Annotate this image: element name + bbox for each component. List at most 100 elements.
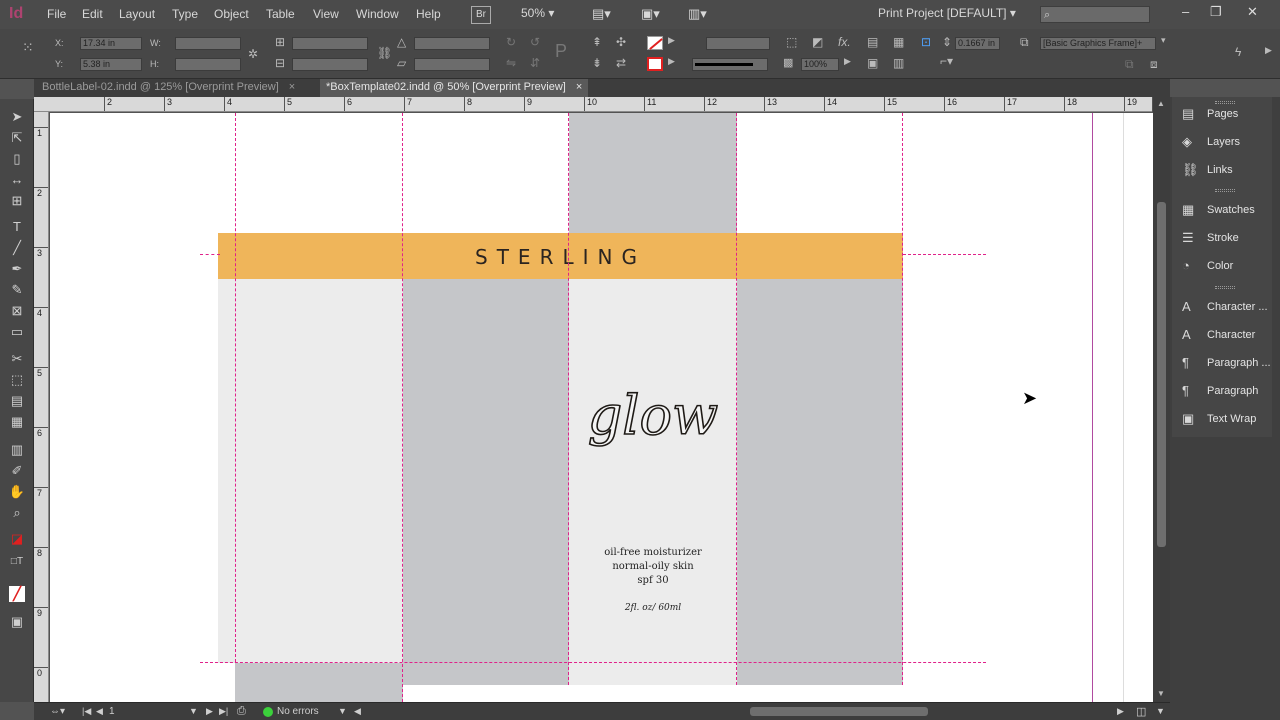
panel-text-wrap[interactable]: ▣ Text Wrap	[1172, 406, 1272, 432]
stepper-icon[interactable]: ⇕	[942, 35, 952, 49]
clear-overrides-icon[interactable]: ⧉	[1125, 57, 1134, 72]
guide-line[interactable]	[568, 113, 569, 685]
panel-color[interactable]: ◔ Color	[1172, 253, 1272, 279]
menu-table[interactable]: Table	[266, 7, 295, 21]
split-view-icon[interactable]: ◫	[1136, 705, 1146, 718]
guide-line[interactable]	[235, 113, 236, 662]
panel-paragraph[interactable]: ¶ Paragraph	[1172, 378, 1272, 404]
style-options-icon[interactable]: ⧈	[1150, 57, 1158, 72]
content-collector-icon[interactable]: ⊞	[8, 193, 26, 209]
chevron-down-icon[interactable]: ▾	[1161, 35, 1166, 46]
screen-mode-icon[interactable]: ▣	[8, 614, 26, 630]
flip-v-icon[interactable]: ⇵	[530, 56, 540, 70]
scroll-thumb[interactable]	[1157, 202, 1166, 547]
panel-pages[interactable]: ▤ Pages	[1172, 101, 1272, 127]
panel-grip[interactable]	[1215, 189, 1235, 192]
opacity-field[interactable]: 100%	[801, 58, 839, 71]
fill-stroke-icon[interactable]: ◪	[8, 531, 26, 547]
menu-object[interactable]: Object	[214, 7, 249, 21]
free-transform-tool-icon[interactable]: ⬚	[8, 372, 26, 388]
select-previous-icon[interactable]: ⇟	[592, 56, 602, 70]
guide-line[interactable]	[402, 113, 403, 702]
note-tool-icon[interactable]: ▥	[8, 442, 26, 458]
guide-line[interactable]	[736, 113, 737, 685]
minimize-icon[interactable]: –	[1182, 4, 1189, 19]
rotate-cw-icon[interactable]: ↻	[506, 35, 516, 49]
chevron-down-icon[interactable]: ▼	[338, 706, 347, 716]
scroll-left-icon[interactable]: ◀	[354, 706, 361, 717]
panel-stroke[interactable]: ☰ Stroke	[1172, 225, 1272, 251]
horizontal-scroll-thumb[interactable]	[750, 707, 928, 716]
menu-type[interactable]: Type	[172, 7, 198, 21]
maximize-icon[interactable]: ❐	[1210, 4, 1222, 20]
align-center-icon[interactable]: ▦	[893, 35, 904, 49]
tab-bottle-label[interactable]: BottleLabel-02.indd @ 125% [Overprint Pr…	[36, 79, 301, 97]
first-page-icon[interactable]: |◀	[82, 706, 91, 717]
prev-page-icon[interactable]: ◀	[96, 706, 103, 717]
close-icon[interactable]: ✕	[1247, 4, 1258, 20]
guide-line[interactable]	[902, 113, 903, 685]
h-field[interactable]	[175, 58, 241, 71]
last-page-icon[interactable]: ▶|	[219, 706, 228, 717]
chevron-right-icon[interactable]: ▶	[668, 56, 675, 67]
rectangle-tool-icon[interactable]: ▭	[8, 324, 26, 340]
close-icon[interactable]: ×	[289, 81, 295, 93]
frame-fitting-icon[interactable]: ⬚	[786, 35, 797, 49]
scroll-right-icon[interactable]: ▶	[1117, 706, 1124, 717]
hand-tool-icon[interactable]: ✋	[8, 484, 26, 500]
scissors-tool-icon[interactable]: ✂	[8, 351, 26, 367]
stroke-type-select[interactable]	[692, 58, 768, 71]
w-field[interactable]	[175, 37, 241, 50]
eyedropper-tool-icon[interactable]: ✐	[8, 463, 26, 479]
gradient-swatch-tool-icon[interactable]: ▤	[8, 393, 26, 409]
chevron-right-icon[interactable]: ▶	[668, 35, 675, 46]
chevron-right-icon[interactable]: ▶	[844, 56, 851, 67]
shear-field[interactable]	[414, 58, 490, 71]
fit-frame-icon[interactable]: ⊡	[921, 35, 931, 49]
pencil-tool-icon[interactable]: ✎	[8, 282, 26, 298]
tab-box-template[interactable]: *BoxTemplate02.indd @ 50% [Overprint Pre…	[320, 79, 589, 97]
rectangle-frame-tool-icon[interactable]: ⊠	[8, 303, 26, 319]
line-tool-icon[interactable]: ╱	[8, 240, 26, 256]
x-field[interactable]: 17.34 in	[80, 37, 142, 50]
effects-icon[interactable]: fx.	[838, 35, 851, 49]
document-canvas[interactable]: STERLING glow oil-free moisturizer norma…	[50, 113, 1153, 702]
select-next-icon[interactable]: ⇄	[616, 56, 626, 70]
arrange-documents-icon[interactable]: ▥▾	[688, 6, 707, 24]
next-page-icon[interactable]: ▶	[206, 706, 213, 717]
menu-view[interactable]: View	[313, 7, 339, 21]
page-number[interactable]: 1	[109, 706, 115, 717]
open-page-icon[interactable]: ⎙	[237, 705, 246, 718]
gradient-feather-tool-icon[interactable]: ▦	[8, 414, 26, 430]
vertical-scrollbar[interactable]: ▲ ▼	[1153, 97, 1170, 702]
rotate-ccw-icon[interactable]: ↺	[530, 35, 540, 49]
scale-y-field[interactable]	[292, 58, 368, 71]
drop-shadow-icon[interactable]: ◩	[812, 35, 823, 49]
view-options-icon[interactable]: ▤▾	[592, 6, 611, 24]
close-icon[interactable]: ×	[576, 81, 582, 93]
chevron-down-icon[interactable]: ▼	[189, 706, 198, 716]
apply-none-icon[interactable]: ╱	[9, 586, 25, 602]
scroll-down-icon[interactable]: ▼	[1156, 706, 1165, 716]
search-input[interactable]: ⌕	[1040, 6, 1150, 23]
brand-band[interactable]: STERLING	[218, 233, 903, 279]
panel-layers[interactable]: ◈ Layers	[1172, 129, 1272, 155]
horizontal-ruler[interactable]: 2 3 4 5 6 7 8 9 10 11 12 13 14 15 16 17 …	[34, 97, 1152, 112]
stroke-size-field[interactable]: 0.1667 in	[955, 37, 1000, 50]
page-tool-icon[interactable]: ▯	[8, 151, 26, 167]
gear-icon[interactable]: ✲	[248, 47, 258, 61]
text-wrap-icon[interactable]: ▣	[867, 56, 878, 70]
zoom-level-select[interactable]: 50% ▾	[521, 6, 554, 24]
menu-file[interactable]: File	[47, 7, 66, 21]
wrap-around-icon[interactable]: ▥	[893, 56, 904, 70]
panel-character-styles[interactable]: A Character ...	[1172, 294, 1272, 320]
object-style-select[interactable]: [Basic Graphics Frame]+	[1040, 37, 1156, 50]
rotate-field[interactable]	[414, 37, 490, 50]
formatting-affects-icon[interactable]: □T	[8, 554, 26, 570]
scroll-down-icon[interactable]: ▼	[1157, 689, 1165, 698]
type-on-path-icon[interactable]: P	[555, 41, 567, 62]
preflight-status[interactable]: No errors	[277, 706, 319, 717]
type-tool-icon[interactable]: T	[8, 219, 26, 235]
scroll-up-icon[interactable]: ▲	[1157, 99, 1165, 108]
menu-layout[interactable]: Layout	[119, 7, 155, 21]
